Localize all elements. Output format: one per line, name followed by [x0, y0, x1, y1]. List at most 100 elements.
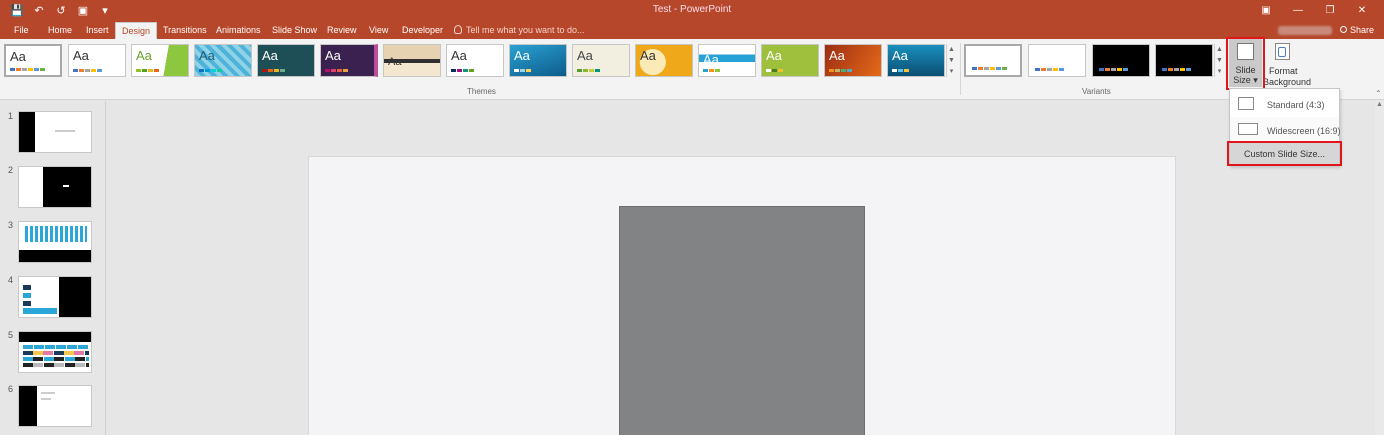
variant-1[interactable] — [964, 44, 1022, 77]
ribbon-tabs: File Home Insert Design Transitions Anim… — [0, 22, 1384, 39]
tab-home[interactable]: Home — [42, 22, 78, 39]
thumb-black-block — [19, 250, 91, 262]
scroll-up-icon[interactable]: ▲ — [947, 44, 956, 55]
thumb-text-line — [55, 130, 75, 132]
slide-thumbnail-3[interactable] — [18, 221, 92, 263]
tab-review[interactable]: Review — [321, 22, 363, 39]
collapse-ribbon-icon[interactable]: ⌃ — [1375, 89, 1382, 98]
scroll-up-icon[interactable]: ▲ — [1376, 101, 1383, 108]
variant-3[interactable] — [1092, 44, 1150, 77]
slide-number: 2 — [8, 165, 14, 175]
restore-icon[interactable]: ❐ — [1314, 2, 1346, 20]
thumb-row — [23, 363, 89, 367]
tab-developer[interactable]: Developer — [396, 22, 449, 39]
theme-preview-text: Aa — [73, 48, 89, 63]
variants-group-label: Variants — [1082, 87, 1111, 96]
slide-thumbnail-4[interactable] — [18, 276, 92, 318]
theme-preview-text: Aa — [325, 48, 341, 63]
tab-design[interactable]: Design — [115, 22, 158, 39]
slide-thumbnail-6[interactable] — [18, 385, 92, 427]
thumb-stripes — [25, 226, 87, 242]
theme-wisp[interactable]: Aa — [509, 44, 567, 77]
gray-rectangle-shape[interactable] — [619, 206, 865, 435]
themes-gallery-scroll[interactable]: ▲ ▼ ▾ — [946, 44, 956, 77]
tab-file[interactable]: File — [8, 22, 35, 39]
theme-circuit[interactable]: Aa — [635, 44, 693, 77]
theme-color-bars — [325, 69, 348, 72]
thumb-row — [23, 351, 89, 355]
scroll-up-icon[interactable]: ▲ — [1215, 44, 1224, 55]
scroll-down-icon[interactable]: ▼ — [947, 55, 956, 66]
theme-ion-boardroom[interactable]: Aa — [257, 44, 315, 77]
theme-retrospect[interactable]: Aa — [383, 44, 441, 77]
slide-thumbnail-5[interactable] — [18, 331, 92, 373]
variant-color-bars — [1035, 68, 1064, 71]
format-background-icon — [1275, 43, 1290, 60]
thumb-black-block — [43, 167, 91, 207]
theme-preview-text: Aa — [514, 48, 530, 63]
theme-color-bars — [892, 69, 909, 72]
thumb-block — [23, 293, 31, 298]
slide-thumbnail-2[interactable] — [18, 166, 92, 208]
theme-color-bars — [451, 69, 474, 72]
window-controls: ▣ — ❐ ✕ — [1250, 2, 1378, 20]
minimize-icon[interactable]: — — [1282, 2, 1314, 20]
thumb-black-block — [19, 332, 91, 342]
theme-color-bars — [829, 69, 852, 72]
variant-2[interactable] — [1028, 44, 1086, 77]
format-background-button[interactable]: Format Background — [1263, 41, 1311, 87]
tab-view[interactable]: View — [363, 22, 394, 39]
theme-dividend[interactable]: Aa — [761, 44, 819, 77]
more-icon[interactable]: ▾ — [1215, 66, 1224, 77]
theme-color-bars — [577, 69, 600, 72]
share-button[interactable]: Share — [1340, 22, 1374, 39]
theme-preview-text: Aa — [577, 48, 593, 63]
thumb-black-block — [59, 277, 91, 317]
theme-savon[interactable]: Aa — [572, 44, 630, 77]
user-account[interactable] — [1278, 26, 1332, 35]
menu-item-widescreen[interactable]: Widescreen (16:9) — [1230, 117, 1341, 143]
theme-slice[interactable]: Aa — [446, 44, 504, 77]
theme-preview-text: Aa — [10, 49, 26, 64]
tab-slide-show[interactable]: Slide Show — [266, 22, 323, 39]
slide-number: 3 — [8, 220, 14, 230]
theme-ion[interactable]: Aa — [194, 44, 252, 77]
scroll-down-icon[interactable]: ▼ — [1215, 55, 1224, 66]
tell-me-text: Tell me what you want to do... — [466, 25, 585, 35]
variant-4[interactable] — [1155, 44, 1213, 77]
variants-gallery-scroll[interactable]: ▲ ▼ ▾ — [1214, 44, 1224, 77]
theme-preview-text: Aa — [199, 48, 215, 63]
theme-organic[interactable]: Aa — [320, 44, 378, 77]
theme-color-bars — [136, 69, 159, 72]
widescreen-thumb-icon — [1238, 123, 1258, 135]
theme-banded[interactable]: Aa — [698, 44, 756, 77]
variant-color-bars — [1162, 68, 1191, 71]
tab-transitions[interactable]: Transitions — [157, 22, 213, 39]
slide-thumbnail-1[interactable] — [18, 111, 92, 153]
standard-thumb-icon — [1238, 97, 1254, 110]
thumb-row — [23, 357, 89, 361]
theme-2[interactable]: Aa — [68, 44, 126, 77]
theme-preview-text: Aa — [829, 48, 845, 63]
slide-thumbnails-pane: 1 2 3 4 5 6 — [0, 101, 106, 435]
theme-berlin[interactable]: Aa — [824, 44, 882, 77]
theme-preview-text: Aa — [640, 48, 656, 63]
slide-size-highlight — [1226, 37, 1265, 90]
theme-facet[interactable]: Aa — [131, 44, 189, 77]
thumb-text-line — [41, 392, 55, 394]
tab-insert[interactable]: Insert — [80, 22, 115, 39]
variant-color-bars — [1099, 68, 1128, 71]
theme-parallax[interactable]: Aa — [887, 44, 945, 77]
tab-animations[interactable]: Animations — [210, 22, 267, 39]
theme-preview-text: Aa — [451, 48, 467, 63]
thumb-block — [23, 285, 31, 290]
tell-me-box[interactable]: Tell me what you want to do... — [454, 22, 585, 39]
theme-color-bars — [766, 69, 783, 72]
menu-item-standard[interactable]: Standard (4:3) — [1230, 91, 1339, 117]
theme-office[interactable]: Aa — [4, 44, 62, 77]
menu-item-standard-label: Standard (4:3) — [1267, 100, 1325, 110]
close-icon[interactable]: ✕ — [1346, 2, 1378, 20]
editor-scrollbar[interactable]: ▲ — [1375, 101, 1384, 435]
ribbon-display-icon[interactable]: ▣ — [1250, 2, 1282, 20]
more-icon[interactable]: ▾ — [947, 66, 956, 77]
